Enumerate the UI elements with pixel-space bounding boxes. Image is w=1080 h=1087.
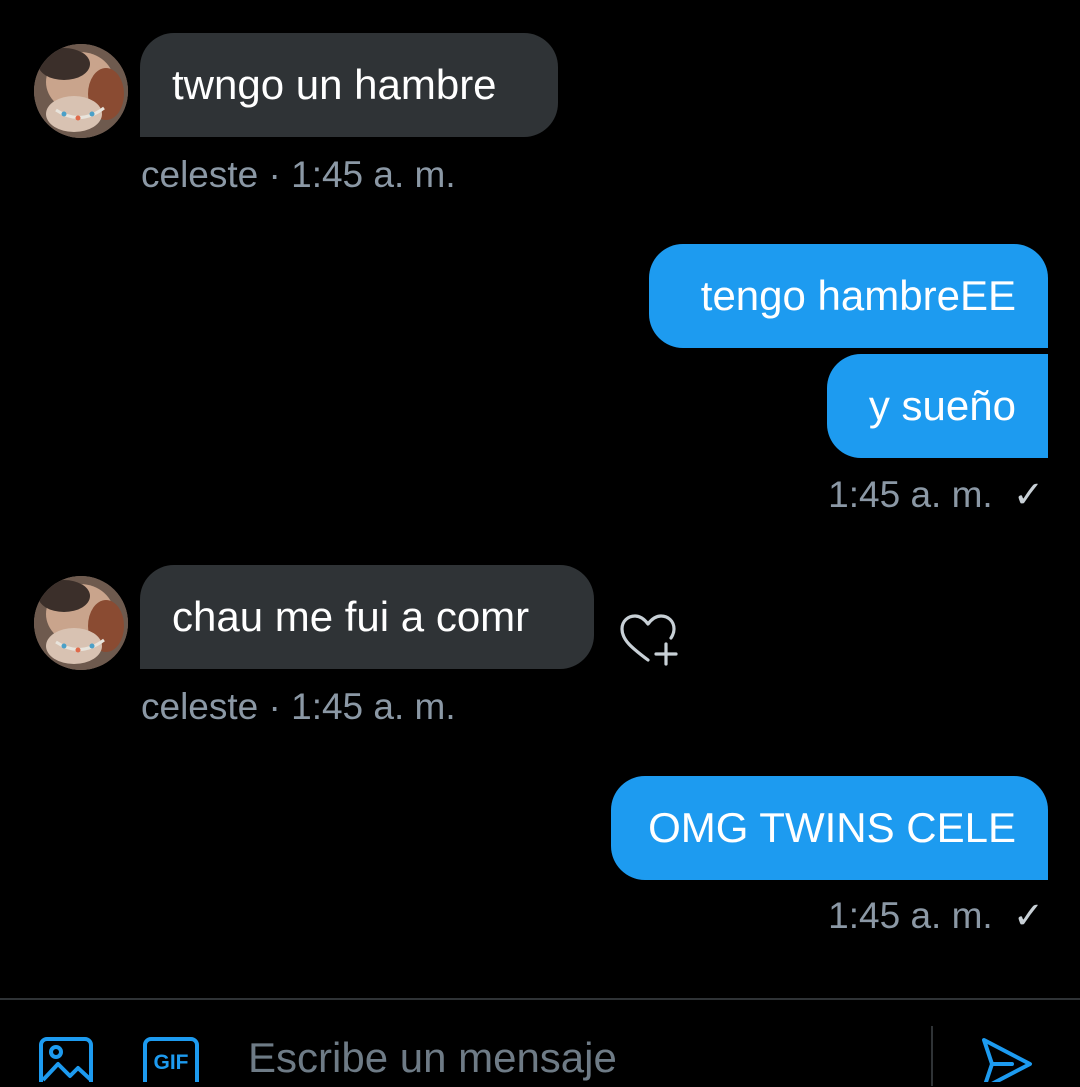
sent-check-icon: ✓	[1012, 474, 1044, 515]
message-text: chau me fui a comr	[172, 593, 530, 640]
message-time: 1:45 a. m.	[291, 686, 456, 727]
add-image-button[interactable]	[38, 1036, 94, 1087]
sender-name[interactable]: celeste	[141, 686, 258, 727]
add-gif-button[interactable]: GIF	[142, 1036, 200, 1087]
heart-plus-icon	[620, 614, 678, 666]
add-reaction-button[interactable]	[618, 612, 682, 668]
avatar[interactable]	[34, 576, 128, 670]
meta-separator: ·	[268, 686, 281, 727]
message-bubble-incoming[interactable]: chau me fui a comr	[140, 565, 594, 669]
message-text: tengo hambreEE	[700, 272, 1016, 319]
message-text: twngo un hambre	[172, 61, 497, 108]
message-time: 1:45 a. m.	[828, 474, 993, 515]
send-button[interactable]	[980, 1036, 1034, 1087]
message-bubble-incoming[interactable]: twngo un hambre	[140, 33, 558, 137]
sent-check-icon: ✓	[1012, 895, 1044, 936]
message-text: OMG TWINS CELE	[648, 804, 1016, 851]
message-meta: 1:45 a. m. ✓	[828, 476, 1044, 513]
message-meta: 1:45 a. m. ✓	[828, 897, 1044, 934]
sender-name[interactable]: celeste	[141, 154, 258, 195]
message-text: y sueño	[868, 382, 1016, 429]
avatar-photo	[34, 44, 128, 138]
message-input[interactable]	[248, 1034, 888, 1082]
message-bubble-outgoing[interactable]: OMG TWINS CELE	[611, 776, 1048, 880]
send-icon	[982, 1038, 1032, 1087]
message-time: 1:45 a. m.	[828, 895, 993, 936]
composer-divider	[931, 1026, 933, 1086]
message-composer: GIF	[0, 998, 1080, 1087]
message-bubble-outgoing[interactable]: tengo hambreEE	[649, 244, 1048, 348]
gif-label: GIF	[153, 1051, 189, 1074]
avatar-photo	[34, 576, 128, 670]
message-meta: celeste · 1:45 a. m.	[141, 688, 456, 725]
message-meta: celeste · 1:45 a. m.	[141, 156, 456, 193]
image-icon	[39, 1037, 93, 1087]
message-time: 1:45 a. m.	[291, 154, 456, 195]
meta-separator: ·	[268, 154, 281, 195]
avatar[interactable]	[34, 44, 128, 138]
message-bubble-outgoing[interactable]: y sueño	[827, 354, 1048, 458]
